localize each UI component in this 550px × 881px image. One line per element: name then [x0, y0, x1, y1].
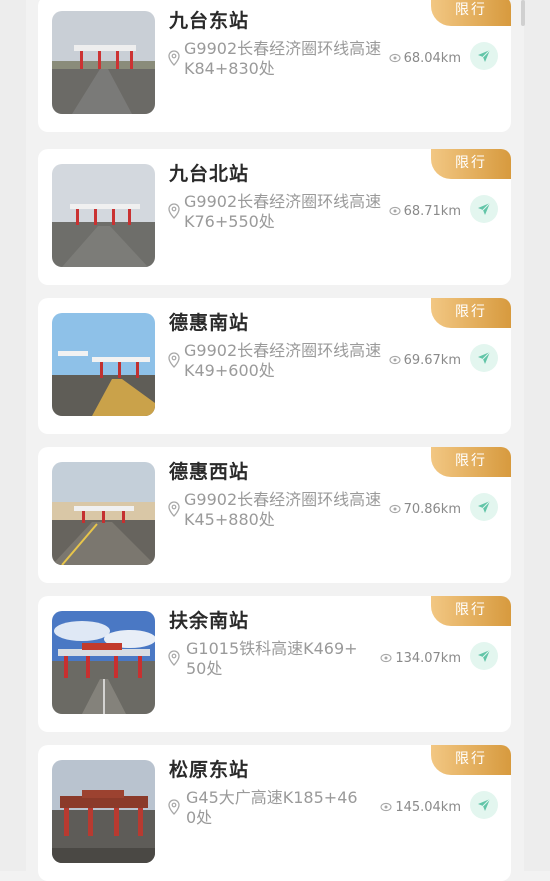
restriction-badge: 限行: [431, 745, 511, 775]
restriction-badge: 限行: [431, 596, 511, 626]
eye-icon: [380, 802, 392, 812]
station-photo: [52, 760, 155, 863]
send-arrow-icon: [478, 500, 491, 513]
send-arrow-icon: [478, 649, 491, 662]
restriction-badge: 限行: [431, 447, 511, 477]
map-pin-icon: [168, 799, 180, 815]
distance-value: 68.71km: [403, 203, 461, 219]
station-address: G9902长春经济圈环线高速K45+880处: [184, 490, 382, 529]
station-address: G9902长春经济圈环线高速K49+600处: [184, 341, 382, 380]
station-card[interactable]: 德惠西站 G9902长春经济圈环线高速K45+880处 70.86km 限行: [38, 447, 511, 583]
station-name: 九台北站: [169, 163, 250, 185]
left-margin: [0, 0, 26, 871]
navigate-button[interactable]: [470, 642, 498, 670]
eye-icon: [389, 53, 401, 63]
station-photo: [52, 11, 155, 114]
restriction-badge: 限行: [431, 0, 511, 26]
station-name: 九台东站: [169, 10, 250, 32]
station-name: 松原东站: [169, 759, 250, 781]
eye-icon: [389, 355, 401, 365]
distance-value: 68.04km: [403, 50, 461, 66]
distance-value: 134.07km: [395, 650, 461, 666]
station-address: G1015铁科高速K469+50处: [186, 639, 358, 678]
station-card[interactable]: 九台东站 G9902长春经济圈环线高速K84+830处 68.04km 限行: [38, 0, 511, 132]
distance-info: 134.07km: [380, 648, 461, 668]
station-photo: [52, 611, 155, 714]
station-name: 德惠南站: [169, 312, 250, 334]
navigate-button[interactable]: [470, 42, 498, 70]
send-arrow-icon: [478, 798, 491, 811]
distance-value: 145.04km: [395, 799, 461, 815]
send-arrow-icon: [478, 202, 491, 215]
navigate-button[interactable]: [470, 493, 498, 521]
station-photo: [52, 164, 155, 267]
distance-value: 69.67km: [403, 352, 461, 368]
eye-icon: [380, 653, 392, 663]
station-card[interactable]: 九台北站 G9902长春经济圈环线高速K76+550处 68.71km 限行: [38, 149, 511, 285]
navigate-button[interactable]: [470, 791, 498, 819]
send-arrow-icon: [478, 351, 491, 364]
station-photo: [52, 313, 155, 416]
restriction-badge: 限行: [431, 149, 511, 179]
distance-info: 69.67km: [389, 350, 461, 370]
station-card[interactable]: 德惠南站 G9902长春经济圈环线高速K49+600处 69.67km 限行: [38, 298, 511, 434]
distance-value: 70.86km: [403, 501, 461, 517]
station-list-page: 九台东站 G9902长春经济圈环线高速K84+830处 68.04km 限行 九…: [0, 0, 550, 881]
navigate-button[interactable]: [470, 195, 498, 223]
station-name: 扶余南站: [169, 610, 250, 632]
distance-info: 145.04km: [380, 797, 461, 817]
station-name: 德惠西站: [169, 461, 250, 483]
distance-info: 68.71km: [389, 201, 461, 221]
station-address: G45大广高速K185+460处: [186, 788, 358, 827]
map-pin-icon: [168, 50, 180, 66]
right-margin: [524, 0, 550, 871]
map-pin-icon: [168, 501, 180, 517]
station-address: G9902长春经济圈环线高速K84+830处: [184, 39, 382, 78]
map-pin-icon: [168, 203, 180, 219]
distance-info: 70.86km: [389, 499, 461, 519]
restriction-badge: 限行: [431, 298, 511, 328]
station-address: G9902长春经济圈环线高速K76+550处: [184, 192, 382, 231]
scrollbar[interactable]: [521, 0, 525, 26]
distance-info: 68.04km: [389, 48, 461, 68]
station-photo: [52, 462, 155, 565]
map-pin-icon: [168, 650, 180, 666]
station-card[interactable]: 松原东站 G45大广高速K185+460处 145.04km 限行: [38, 745, 511, 881]
eye-icon: [389, 504, 401, 514]
eye-icon: [389, 206, 401, 216]
station-card[interactable]: 扶余南站 G1015铁科高速K469+50处 134.07km 限行: [38, 596, 511, 732]
send-arrow-icon: [478, 49, 491, 62]
navigate-button[interactable]: [470, 344, 498, 372]
map-pin-icon: [168, 352, 180, 368]
